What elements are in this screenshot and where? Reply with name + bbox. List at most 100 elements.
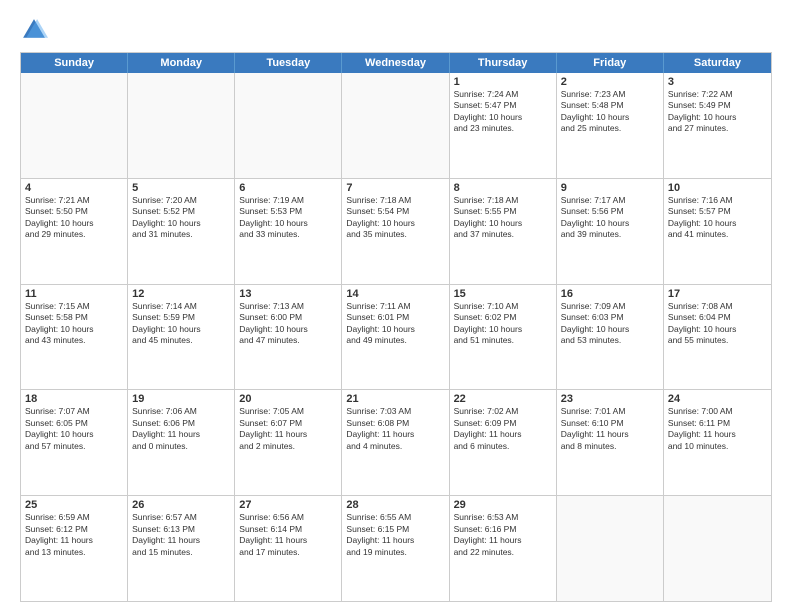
day-number: 23 [561,393,659,405]
calendar-cell: 20Sunrise: 7:05 AMSunset: 6:07 PMDayligh… [235,390,342,495]
calendar-cell: 12Sunrise: 7:14 AMSunset: 5:59 PMDayligh… [128,285,235,390]
cell-info: Sunrise: 7:05 AMSunset: 6:07 PMDaylight:… [239,406,337,452]
calendar-cell: 26Sunrise: 6:57 AMSunset: 6:13 PMDayligh… [128,496,235,601]
cell-info: Sunrise: 7:21 AMSunset: 5:50 PMDaylight:… [25,195,123,241]
cell-info: Sunrise: 7:02 AMSunset: 6:09 PMDaylight:… [454,406,552,452]
calendar-cell [557,496,664,601]
calendar-cell: 22Sunrise: 7:02 AMSunset: 6:09 PMDayligh… [450,390,557,495]
calendar-cell: 25Sunrise: 6:59 AMSunset: 6:12 PMDayligh… [21,496,128,601]
cell-info: Sunrise: 7:07 AMSunset: 6:05 PMDaylight:… [25,406,123,452]
cell-info: Sunrise: 7:09 AMSunset: 6:03 PMDaylight:… [561,301,659,347]
day-number: 27 [239,499,337,511]
cell-info: Sunrise: 6:57 AMSunset: 6:13 PMDaylight:… [132,512,230,558]
day-number: 12 [132,288,230,300]
day-number: 24 [668,393,767,405]
logo [20,16,52,44]
calendar-cell: 8Sunrise: 7:18 AMSunset: 5:55 PMDaylight… [450,179,557,284]
cell-info: Sunrise: 7:03 AMSunset: 6:08 PMDaylight:… [346,406,444,452]
day-number: 3 [668,76,767,88]
header-cell-thursday: Thursday [450,53,557,73]
cell-info: Sunrise: 6:56 AMSunset: 6:14 PMDaylight:… [239,512,337,558]
cell-info: Sunrise: 7:18 AMSunset: 5:55 PMDaylight:… [454,195,552,241]
calendar-cell: 28Sunrise: 6:55 AMSunset: 6:15 PMDayligh… [342,496,449,601]
day-number: 20 [239,393,337,405]
day-number: 18 [25,393,123,405]
calendar-cell: 23Sunrise: 7:01 AMSunset: 6:10 PMDayligh… [557,390,664,495]
day-number: 16 [561,288,659,300]
day-number: 26 [132,499,230,511]
header-cell-sunday: Sunday [21,53,128,73]
calendar-cell: 5Sunrise: 7:20 AMSunset: 5:52 PMDaylight… [128,179,235,284]
calendar-cell: 3Sunrise: 7:22 AMSunset: 5:49 PMDaylight… [664,73,771,178]
cell-info: Sunrise: 7:00 AMSunset: 6:11 PMDaylight:… [668,406,767,452]
header [20,16,772,44]
day-number: 2 [561,76,659,88]
calendar-cell: 16Sunrise: 7:09 AMSunset: 6:03 PMDayligh… [557,285,664,390]
cell-info: Sunrise: 7:06 AMSunset: 6:06 PMDaylight:… [132,406,230,452]
calendar-cell [664,496,771,601]
calendar-body: 1Sunrise: 7:24 AMSunset: 5:47 PMDaylight… [21,73,771,601]
day-number: 25 [25,499,123,511]
calendar-cell: 9Sunrise: 7:17 AMSunset: 5:56 PMDaylight… [557,179,664,284]
cell-info: Sunrise: 7:22 AMSunset: 5:49 PMDaylight:… [668,89,767,135]
calendar-cell [21,73,128,178]
calendar-row: 18Sunrise: 7:07 AMSunset: 6:05 PMDayligh… [21,389,771,495]
day-number: 9 [561,182,659,194]
day-number: 15 [454,288,552,300]
logo-icon [20,16,48,44]
cell-info: Sunrise: 6:55 AMSunset: 6:15 PMDaylight:… [346,512,444,558]
day-number: 22 [454,393,552,405]
header-cell-friday: Friday [557,53,664,73]
cell-info: Sunrise: 7:10 AMSunset: 6:02 PMDaylight:… [454,301,552,347]
calendar-cell: 21Sunrise: 7:03 AMSunset: 6:08 PMDayligh… [342,390,449,495]
calendar-cell [342,73,449,178]
day-number: 29 [454,499,552,511]
calendar-cell: 17Sunrise: 7:08 AMSunset: 6:04 PMDayligh… [664,285,771,390]
cell-info: Sunrise: 7:24 AMSunset: 5:47 PMDaylight:… [454,89,552,135]
calendar-cell [128,73,235,178]
day-number: 13 [239,288,337,300]
day-number: 14 [346,288,444,300]
cell-info: Sunrise: 7:13 AMSunset: 6:00 PMDaylight:… [239,301,337,347]
calendar-cell: 14Sunrise: 7:11 AMSunset: 6:01 PMDayligh… [342,285,449,390]
day-number: 5 [132,182,230,194]
calendar-cell: 2Sunrise: 7:23 AMSunset: 5:48 PMDaylight… [557,73,664,178]
calendar: SundayMondayTuesdayWednesdayThursdayFrid… [20,52,772,602]
cell-info: Sunrise: 7:08 AMSunset: 6:04 PMDaylight:… [668,301,767,347]
cell-info: Sunrise: 7:18 AMSunset: 5:54 PMDaylight:… [346,195,444,241]
calendar-row: 11Sunrise: 7:15 AMSunset: 5:58 PMDayligh… [21,284,771,390]
header-cell-saturday: Saturday [664,53,771,73]
day-number: 19 [132,393,230,405]
calendar-cell: 1Sunrise: 7:24 AMSunset: 5:47 PMDaylight… [450,73,557,178]
cell-info: Sunrise: 6:59 AMSunset: 6:12 PMDaylight:… [25,512,123,558]
day-number: 1 [454,76,552,88]
calendar-cell: 29Sunrise: 6:53 AMSunset: 6:16 PMDayligh… [450,496,557,601]
header-cell-tuesday: Tuesday [235,53,342,73]
day-number: 17 [668,288,767,300]
calendar-row: 4Sunrise: 7:21 AMSunset: 5:50 PMDaylight… [21,178,771,284]
cell-info: Sunrise: 7:20 AMSunset: 5:52 PMDaylight:… [132,195,230,241]
day-number: 4 [25,182,123,194]
cell-info: Sunrise: 7:11 AMSunset: 6:01 PMDaylight:… [346,301,444,347]
calendar-cell: 6Sunrise: 7:19 AMSunset: 5:53 PMDaylight… [235,179,342,284]
calendar-cell: 4Sunrise: 7:21 AMSunset: 5:50 PMDaylight… [21,179,128,284]
cell-info: Sunrise: 7:23 AMSunset: 5:48 PMDaylight:… [561,89,659,135]
calendar-cell: 7Sunrise: 7:18 AMSunset: 5:54 PMDaylight… [342,179,449,284]
calendar-cell: 10Sunrise: 7:16 AMSunset: 5:57 PMDayligh… [664,179,771,284]
calendar-cell: 19Sunrise: 7:06 AMSunset: 6:06 PMDayligh… [128,390,235,495]
day-number: 7 [346,182,444,194]
cell-info: Sunrise: 7:17 AMSunset: 5:56 PMDaylight:… [561,195,659,241]
calendar-row: 1Sunrise: 7:24 AMSunset: 5:47 PMDaylight… [21,73,771,178]
calendar-cell: 15Sunrise: 7:10 AMSunset: 6:02 PMDayligh… [450,285,557,390]
cell-info: Sunrise: 7:16 AMSunset: 5:57 PMDaylight:… [668,195,767,241]
cell-info: Sunrise: 7:01 AMSunset: 6:10 PMDaylight:… [561,406,659,452]
cell-info: Sunrise: 6:53 AMSunset: 6:16 PMDaylight:… [454,512,552,558]
day-number: 11 [25,288,123,300]
header-cell-wednesday: Wednesday [342,53,449,73]
day-number: 6 [239,182,337,194]
calendar-cell [235,73,342,178]
page: SundayMondayTuesdayWednesdayThursdayFrid… [0,0,792,612]
calendar-row: 25Sunrise: 6:59 AMSunset: 6:12 PMDayligh… [21,495,771,601]
calendar-cell: 11Sunrise: 7:15 AMSunset: 5:58 PMDayligh… [21,285,128,390]
cell-info: Sunrise: 7:19 AMSunset: 5:53 PMDaylight:… [239,195,337,241]
